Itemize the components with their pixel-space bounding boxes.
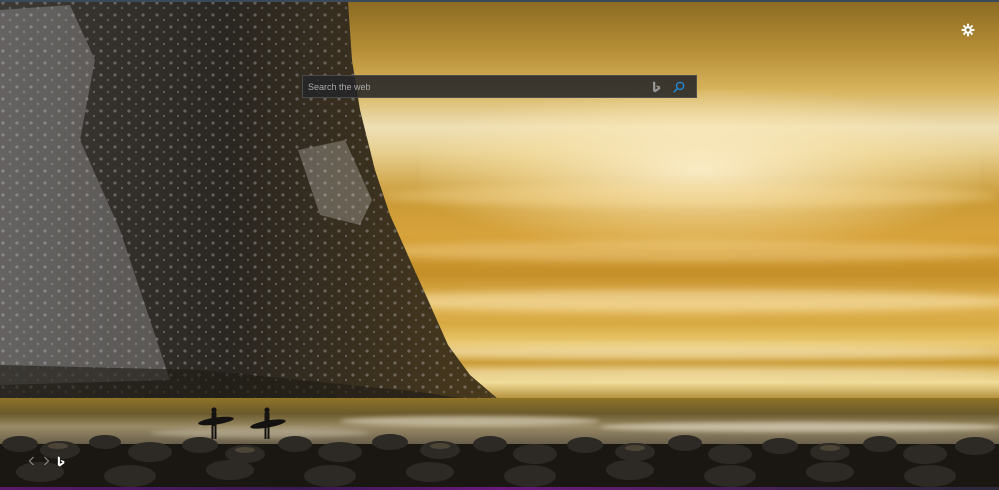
next-wallpaper-button[interactable]: [41, 455, 51, 467]
settings-button[interactable]: [958, 20, 978, 40]
search-input[interactable]: [303, 76, 649, 97]
gear-icon: [961, 23, 975, 37]
magnifier-icon: [673, 81, 685, 93]
previous-wallpaper-button[interactable]: [26, 455, 36, 467]
wallpaper-navigation: [26, 455, 66, 467]
chevron-right-icon: [43, 456, 49, 466]
beach-rocks: [0, 434, 999, 490]
background-wallpaper: [0, 0, 999, 490]
top-border: [0, 0, 999, 2]
bing-wallpaper-button[interactable]: [56, 455, 66, 467]
search-button[interactable]: [671, 79, 687, 95]
search-bar: [302, 75, 697, 98]
surfers: [198, 407, 286, 439]
chevron-left-icon: [28, 456, 34, 466]
bing-logo-icon: [649, 79, 663, 95]
bing-logo-icon: [57, 455, 65, 466]
